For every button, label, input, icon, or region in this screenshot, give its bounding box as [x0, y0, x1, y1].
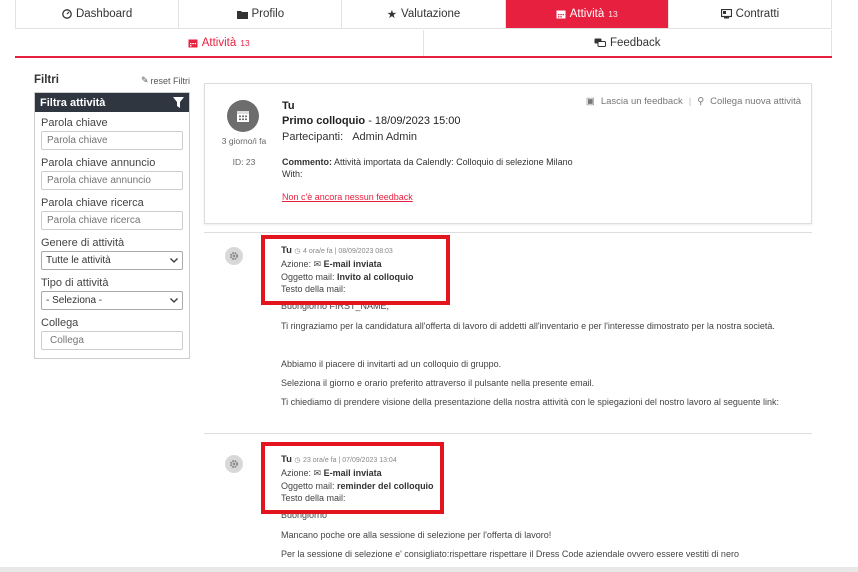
gear-icon[interactable] — [225, 455, 243, 473]
tab-label: Contratti — [735, 8, 780, 20]
highlight-box — [261, 442, 444, 514]
activity-title: Primo colloquio — [282, 115, 366, 127]
calendar-icon — [556, 10, 566, 19]
keyword-input[interactable] — [41, 131, 183, 150]
top-tabs: Dashboard Profilo ★ Valutazione Attività… — [15, 0, 833, 29]
filter-panel-title: Filtra attività — [40, 96, 106, 109]
tab-dashboard[interactable]: Dashboard — [15, 0, 180, 28]
genre-value: Tutte le attività — [46, 255, 111, 266]
reset-label: reset Filtri — [150, 75, 190, 86]
link-label: Collega — [41, 317, 79, 329]
star-icon: ★ — [386, 9, 398, 21]
tab-contratti[interactable]: Contratti — [668, 0, 833, 28]
participants-value: Admin Admin — [352, 131, 418, 143]
genre-select[interactable]: Tutte le attività — [41, 251, 183, 270]
participants-label: Partecipanti: — [282, 131, 344, 143]
tab-attivita[interactable]: Attività 13 — [505, 0, 669, 28]
subtab-count: 13 — [240, 38, 250, 48]
email-body-line: Abbiamo il piacere di invitarti ad un co… — [281, 359, 502, 369]
contract-icon — [720, 9, 732, 19]
filters-sidebar: Filtri ✎ reset Filtri Filtra attività Pa… — [34, 74, 190, 359]
no-feedback-link[interactable]: Non c'è ancora nessun feedback — [282, 192, 802, 202]
ad-keyword-input[interactable] — [41, 171, 183, 190]
activity-author: Tu — [282, 100, 295, 112]
genre-label: Genere di attività — [41, 237, 125, 249]
feedback-icon — [594, 38, 606, 47]
folder-icon — [236, 10, 248, 19]
email-body-line: Mancano poche ore alla sessione di selez… — [281, 530, 552, 540]
tab-label: Profilo — [251, 8, 285, 20]
link-input[interactable] — [41, 331, 183, 350]
email-body-line: Seleziona il giorno e orario preferito a… — [281, 378, 595, 388]
type-select[interactable]: - Seleziona - — [41, 291, 183, 310]
filter-panel-header: Filtra attività — [35, 93, 189, 112]
activity-date: - 18/09/2023 15:00 — [368, 115, 461, 127]
funnel-icon[interactable] — [173, 97, 184, 108]
keyword-label: Parola chiave — [41, 117, 108, 129]
email-body-line: Ti ringraziamo per la candidatura all'of… — [281, 321, 775, 331]
tab-label: Dashboard — [75, 8, 133, 20]
reset-filters-link[interactable]: ✎ reset Filtri — [141, 75, 190, 86]
filter-panel: Filtra attività Parola chiave Parola chi… — [34, 92, 190, 359]
tab-valutazione[interactable]: ★ Valutazione — [342, 0, 506, 28]
filters-title: Filtri — [34, 74, 59, 86]
subtab-attivita[interactable]: Attività 13 — [15, 30, 424, 56]
email-body-line: Per la sessione di selezione e' consigli… — [281, 549, 739, 559]
tab-profilo[interactable]: Profilo — [179, 0, 343, 28]
tab-count: 13 — [608, 9, 618, 19]
sub-tabs: Attività 13 Feedback — [15, 30, 832, 58]
chevron-down-icon — [170, 258, 178, 263]
comment-label: Commento: — [282, 157, 332, 167]
subtab-label: Feedback — [609, 37, 661, 49]
comment-text: Attività importata da Calendly: Colloqui… — [334, 157, 573, 167]
chevron-down-icon — [170, 298, 178, 303]
subtab-label: Attività — [201, 37, 237, 49]
calendar-icon — [237, 111, 249, 122]
tab-label: Attività — [569, 8, 605, 20]
ad-keyword-label: Parola chiave annuncio — [41, 157, 156, 169]
gear-icon[interactable] — [225, 247, 243, 265]
search-keyword-label: Parola chiave ricerca — [41, 197, 144, 209]
eraser-icon: ✎ — [140, 75, 149, 85]
activity-time-ago: 3 giorno/i fa — [221, 136, 267, 146]
activity-card: 3 giorno/i fa ID: 23 ▣ Lascia un feedbac… — [204, 83, 812, 224]
email-body-line: Ti chiediamo di prendere visione della p… — [281, 397, 779, 407]
activity-type-avatar — [227, 100, 259, 132]
calendar-icon — [188, 39, 198, 48]
subtab-feedback[interactable]: Feedback — [424, 30, 832, 56]
page-bottom-border — [0, 567, 858, 572]
search-keyword-input[interactable] — [41, 211, 183, 230]
activity-id: ID: 23 — [232, 157, 256, 167]
with-label: With: — [282, 169, 303, 179]
page: Dashboard Profilo ★ Valutazione Attività… — [0, 0, 858, 572]
dashboard-icon — [62, 9, 72, 19]
type-label: Tipo di attività — [41, 277, 109, 289]
type-value: - Seleziona - — [46, 295, 103, 306]
highlight-box — [261, 235, 450, 305]
tab-label: Valutazione — [401, 8, 461, 20]
